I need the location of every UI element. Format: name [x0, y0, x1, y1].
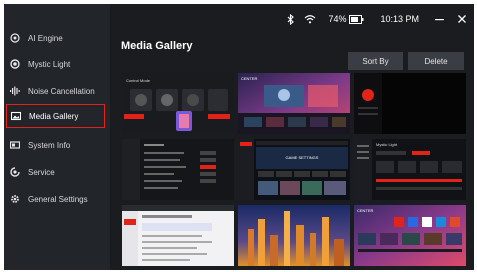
- sidebar-item-mystic-light[interactable]: Mystic Light: [10, 54, 110, 74]
- bluetooth-icon: [287, 13, 295, 25]
- sidebar-item-label: Service: [28, 167, 55, 177]
- wifi-icon: [304, 14, 316, 24]
- sidebar-item-label: AI Engine: [28, 33, 63, 43]
- ai-engine-icon: [10, 33, 20, 43]
- sidebar-item-general-settings[interactable]: General Settings: [10, 189, 110, 209]
- gallery-grid: Control Mode CENTER GAME SETTINGS Mystic…: [122, 73, 468, 269]
- sidebar-item-system-info[interactable]: System Info: [10, 135, 110, 155]
- sidebar-item-label: Media Gallery: [29, 111, 79, 121]
- thumb-logo: CENTER: [241, 76, 258, 81]
- gallery-thumbnail[interactable]: CENTER: [238, 73, 350, 134]
- sidebar: AI Engine Mystic Light Noise Cancellatio…: [4, 4, 110, 270]
- minimize-icon[interactable]: [435, 15, 444, 24]
- app-window: AI Engine Mystic Light Noise Cancellatio…: [4, 4, 474, 270]
- noise-cancellation-icon: [10, 86, 20, 96]
- battery-percent: 74%: [328, 14, 347, 24]
- sidebar-item-service[interactable]: Service: [10, 162, 110, 182]
- sidebar-item-label: General Settings: [28, 194, 88, 204]
- sidebar-item-noise-cancellation[interactable]: Noise Cancellation: [10, 81, 110, 101]
- sidebar-item-media-gallery[interactable]: Media Gallery: [6, 104, 105, 128]
- thumb-logo: CENTER: [357, 208, 374, 213]
- gallery-thumbnail[interactable]: Mystic Light: [354, 139, 466, 200]
- service-icon: [10, 167, 20, 177]
- gear-icon: [10, 194, 20, 204]
- delete-button[interactable]: Delete: [408, 52, 464, 70]
- thumb-header: GAME SETTINGS: [286, 155, 319, 160]
- system-info-icon: [10, 140, 20, 150]
- sidebar-item-label: System Info: [28, 140, 71, 150]
- mystic-light-icon: [10, 59, 20, 69]
- clock-time: 10:13 PM: [380, 14, 419, 24]
- gallery-thumbnail[interactable]: CENTER: [354, 205, 466, 266]
- close-icon[interactable]: [458, 15, 466, 23]
- sidebar-item-ai-engine[interactable]: AI Engine: [10, 28, 110, 48]
- thumb-title: Control Mode: [126, 78, 151, 83]
- sort-by-button[interactable]: Sort By: [348, 52, 403, 70]
- battery-icon: [349, 14, 364, 24]
- gallery-thumbnail[interactable]: GAME SETTINGS: [238, 139, 350, 200]
- gallery-thumbnail[interactable]: [122, 139, 234, 200]
- main-content: 74% 10:13 PM Media Gallery Sort By Delet…: [110, 4, 474, 270]
- media-gallery-icon: [11, 111, 21, 121]
- sidebar-item-label: Noise Cancellation: [28, 86, 95, 96]
- gallery-thumbnail[interactable]: Control Mode: [122, 73, 234, 134]
- thumb-header: Mystic Light: [376, 142, 398, 147]
- gallery-thumbnail[interactable]: [122, 205, 234, 266]
- gallery-thumbnail[interactable]: [238, 205, 350, 266]
- title-bar: 74% 10:13 PM: [110, 4, 474, 34]
- sidebar-item-label: Mystic Light: [28, 59, 71, 69]
- gallery-thumbnail[interactable]: [354, 73, 466, 134]
- page-title: Media Gallery: [121, 40, 193, 52]
